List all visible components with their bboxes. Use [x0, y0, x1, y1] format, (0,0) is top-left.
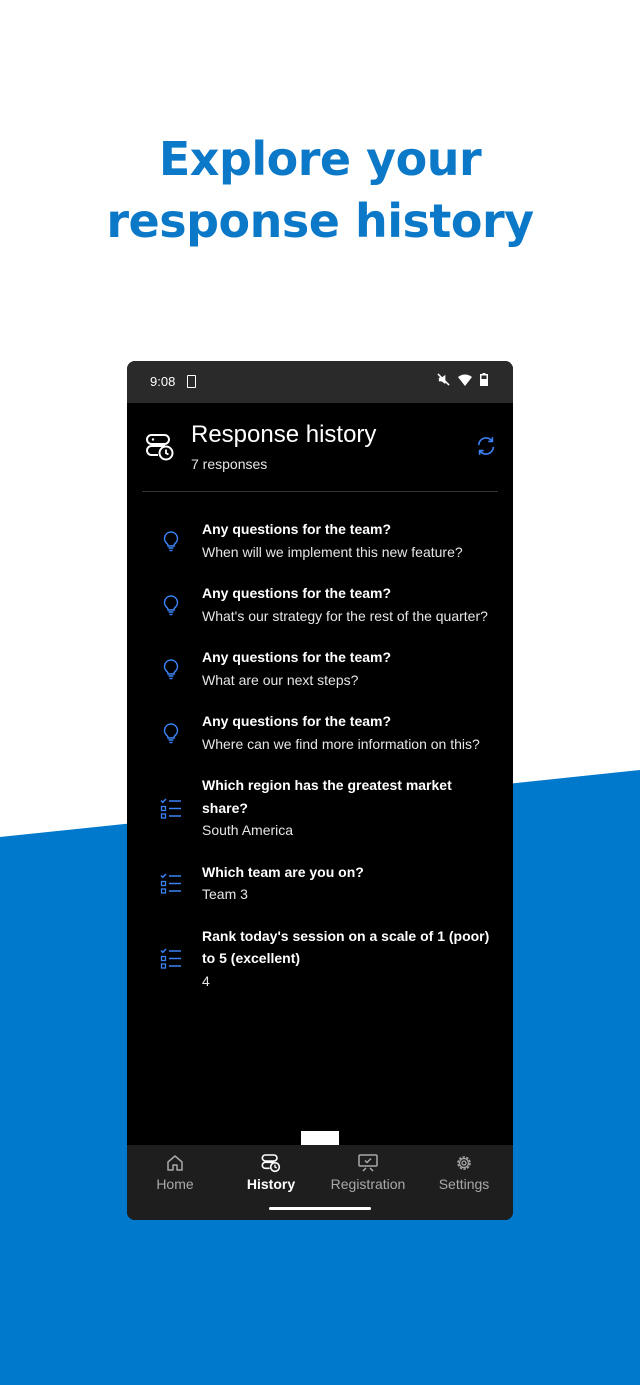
status-bar: 9:08	[127, 361, 513, 403]
response-question: Which team are you on?	[202, 863, 364, 880]
list-item[interactable]: Any questions for the team? Where can we…	[127, 710, 513, 755]
bottom-navigation: Home History Registration Settings	[127, 1145, 513, 1220]
wifi-icon	[458, 374, 472, 386]
response-question: Which region has the greatest market sha…	[202, 777, 452, 816]
history-icon	[146, 434, 174, 461]
response-question: Any questions for the team?	[202, 649, 392, 665]
lightbulb-icon	[163, 658, 179, 679]
response-question: Any questions for the team?	[202, 713, 392, 729]
gear-icon	[457, 1156, 471, 1170]
lightbulb-icon	[163, 722, 179, 743]
list-item[interactable]: Which team are you on? Team 3	[127, 861, 513, 906]
response-list: Any questions for the team? When will we…	[127, 518, 513, 1011]
sim-icon	[187, 375, 196, 388]
nav-label-history: History	[246, 1176, 296, 1192]
app-header: Response history 7 responses	[127, 403, 513, 491]
registration-icon	[358, 1154, 378, 1172]
header-divider	[142, 491, 498, 492]
response-answer: 4	[202, 972, 210, 989]
response-answer: South America	[202, 822, 294, 838]
nav-item-settings[interactable]: Settings	[416, 1153, 512, 1192]
response-question: Rank today's session on a scale of 1 (po…	[202, 927, 490, 967]
checklist-icon	[160, 798, 181, 819]
response-answer: Where can we find more information on th…	[202, 735, 480, 752]
response-count: 7 responses	[191, 456, 268, 472]
headline-line-2: response history	[106, 194, 534, 248]
home-icon	[167, 1155, 183, 1171]
response-question: Any questions for the team?	[202, 521, 392, 537]
battery-icon	[480, 373, 488, 386]
list-item[interactable]: Any questions for the team? What's our s…	[127, 582, 513, 627]
page-title: Response history	[191, 421, 377, 448]
history-icon	[261, 1154, 281, 1173]
list-item[interactable]: Any questions for the team? When will we…	[127, 518, 513, 563]
response-answer: Team 3	[202, 886, 248, 902]
status-time: 9:08	[150, 374, 176, 389]
refresh-icon[interactable]	[475, 435, 497, 457]
lightbulb-icon	[163, 594, 179, 615]
response-answer: What's our strategy for the rest of the …	[202, 607, 488, 624]
nav-item-history[interactable]: History	[223, 1153, 319, 1192]
nav-item-registration[interactable]: Registration	[320, 1153, 416, 1192]
list-item[interactable]: Rank today's session on a scale of 1 (po…	[127, 925, 513, 993]
list-item[interactable]: Any questions for the team? What are our…	[127, 646, 513, 691]
nav-label-home: Home	[156, 1176, 194, 1192]
page-headline: Explore your response history	[0, 128, 640, 252]
lightbulb-icon	[163, 530, 179, 551]
scroll-indicator	[301, 1131, 339, 1145]
checklist-icon	[160, 948, 181, 969]
nav-item-home[interactable]: Home	[127, 1153, 223, 1192]
phone-screen: 9:08 Response history 7 responses Any qu…	[127, 361, 513, 1220]
response-answer: What are our next steps?	[202, 671, 359, 688]
list-item[interactable]: Which region has the greatest market sha…	[127, 774, 513, 842]
home-indicator-bar	[269, 1207, 371, 1210]
headline-line-1: Explore your	[158, 132, 482, 186]
response-answer: When will we implement this new feature?	[202, 543, 463, 560]
mute-icon	[437, 373, 450, 386]
response-question: Any questions for the team?	[202, 585, 392, 601]
nav-label-settings: Settings	[438, 1176, 490, 1192]
nav-label-registration: Registration	[330, 1176, 406, 1192]
checklist-icon	[160, 873, 181, 894]
